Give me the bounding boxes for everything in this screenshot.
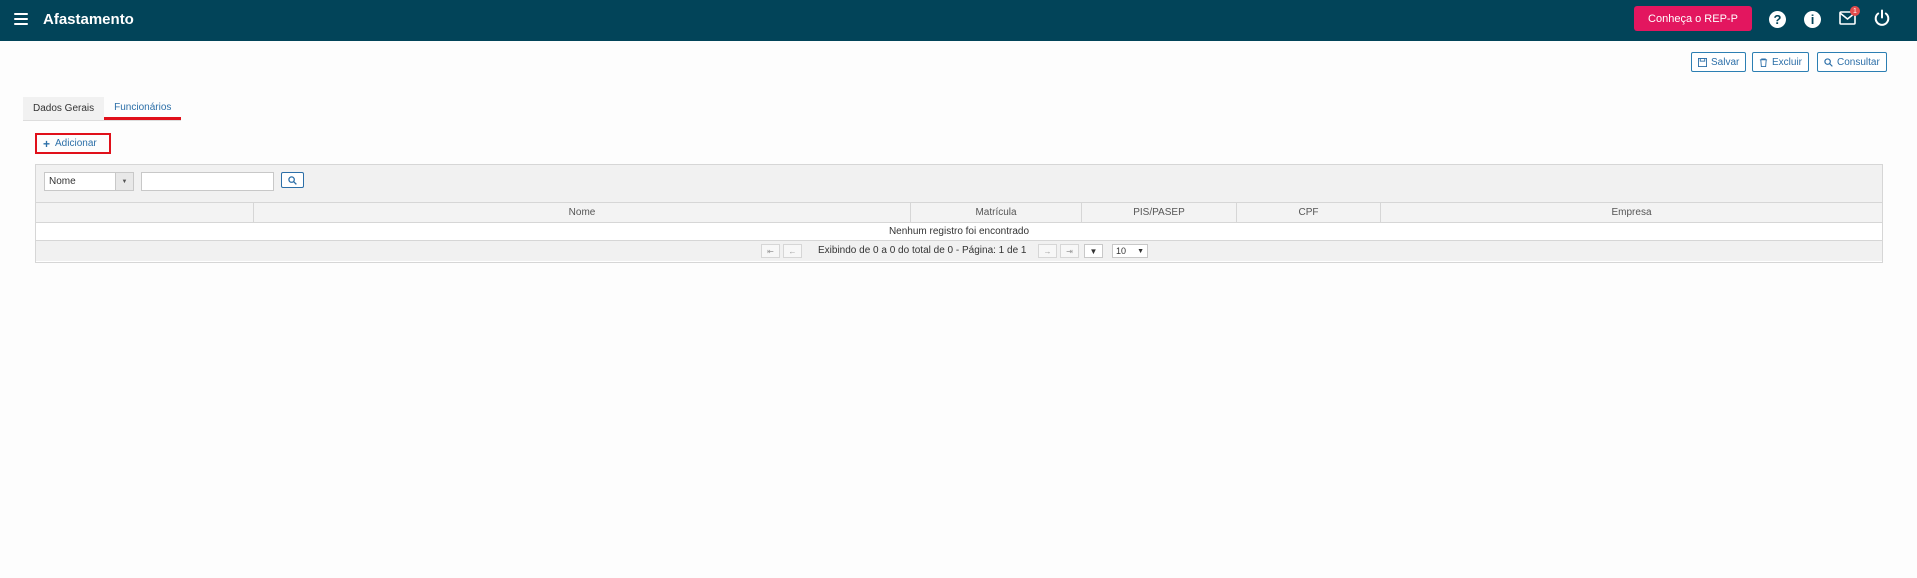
delete-button-label: Excluir [1772,56,1803,68]
plus-icon: + [43,136,51,151]
power-icon[interactable] [1873,9,1893,29]
chevron-down-icon: ▼ [1137,247,1144,255]
hamburger-menu-icon[interactable] [14,13,28,26]
top-bar: Afastamento Conheça o REP-P ? i 1 [0,0,1917,41]
next-page-icon[interactable]: → [1038,244,1057,258]
delete-button[interactable]: Excluir [1752,52,1810,72]
trash-icon [1759,57,1768,67]
grid-header: Nome Matrícula PIS/PASEP CPF Empresa [36,203,1882,223]
help-icon[interactable]: ? [1769,11,1786,28]
mail-icon[interactable]: 1 [1839,6,1860,31]
filter-search-button[interactable] [281,172,304,188]
tab-funcionarios[interactable]: Funcionários [104,97,182,120]
page-number-select[interactable]: ▼ [1084,244,1103,258]
last-page-icon[interactable]: ⇥ [1060,244,1079,258]
tab-dados-gerais[interactable]: Dados Gerais [23,97,105,120]
search-button-label: Consultar [1837,56,1880,68]
tab-bar: Dados Gerais Funcionários [23,97,182,121]
empty-message: Nenhum registro foi encontrado [36,223,1882,241]
save-button-label: Salvar [1711,56,1740,68]
filter-search-input[interactable] [141,172,274,191]
grid-filter-toolbar: Nome ▼ [36,165,1882,203]
search-button[interactable]: Consultar [1817,52,1887,72]
add-button[interactable]: + Adicionar [35,133,111,154]
search-icon [1824,57,1833,67]
rep-p-button[interactable]: Conheça o REP-P [1634,6,1752,31]
page-title: Afastamento [43,11,134,28]
filter-field-select[interactable]: Nome ▼ [44,172,134,191]
pager-status: Exibindo de 0 a 0 do total de 0 - Página… [818,245,1027,256]
first-page-icon[interactable]: ⇤ [761,244,780,258]
column-header-empresa[interactable]: Empresa [1380,203,1882,222]
column-header-select [36,203,253,222]
page-size-select[interactable]: 10 ▼ [1112,244,1148,258]
info-icon[interactable]: i [1804,11,1821,28]
column-header-nome[interactable]: Nome [253,203,910,222]
save-button[interactable]: Salvar [1691,52,1747,72]
column-header-cpf[interactable]: CPF [1236,203,1380,222]
search-icon [288,175,297,185]
grid-pager: ⇤ ← Exibindo de 0 a 0 do total de 0 - Pá… [36,241,1882,261]
save-icon [1698,57,1707,67]
column-header-matricula[interactable]: Matrícula [910,203,1081,222]
filter-field-value: Nome [49,176,76,187]
column-header-pis-pasep[interactable]: PIS/PASEP [1081,203,1236,222]
add-button-label: Adicionar [55,138,97,149]
caret-down-icon: ▼ [115,173,133,190]
notification-badge: 1 [1850,6,1860,16]
employees-grid: Nome ▼ Nome Matrícula PIS/PASEP CPF Empr… [35,164,1883,263]
page-size-value: 10 [1116,246,1127,256]
prev-page-icon[interactable]: ← [783,244,802,258]
